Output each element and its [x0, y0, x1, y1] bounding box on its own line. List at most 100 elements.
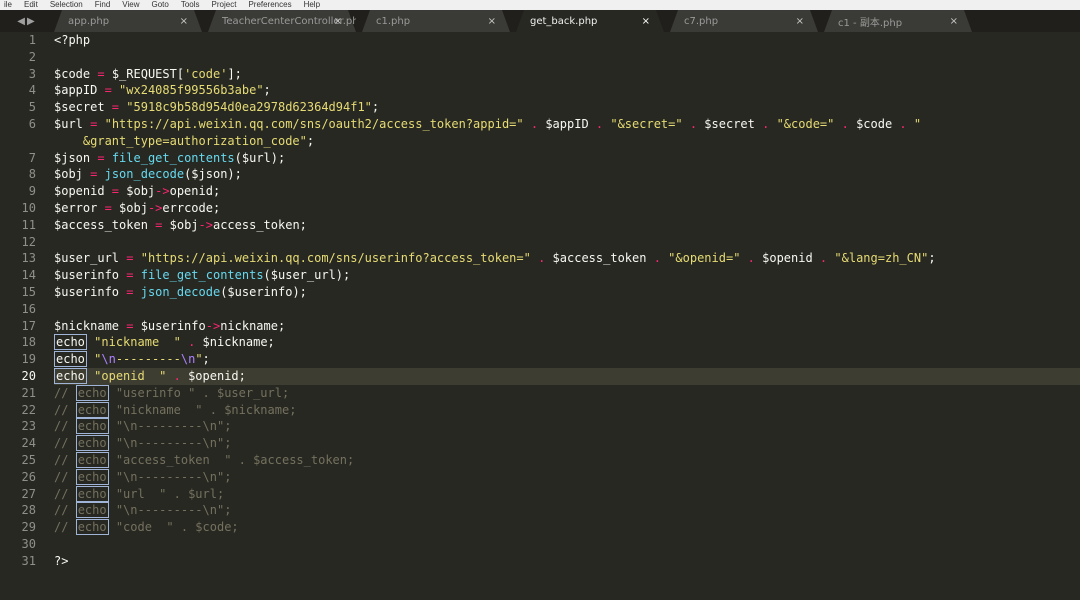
- code-line[interactable]: $url = "https://api.weixin.qq.com/sns/oa…: [54, 116, 1080, 133]
- code-line[interactable]: $user_url = "https://api.weixin.qq.com/s…: [54, 250, 1080, 267]
- menu-item-1[interactable]: Edit: [24, 0, 38, 10]
- code-token: $access_token: [545, 251, 654, 266]
- code-line[interactable]: [54, 301, 1080, 318]
- menu-item-8[interactable]: Preferences: [248, 0, 291, 10]
- close-icon[interactable]: ×: [950, 16, 958, 27]
- code-line[interactable]: // echo "\n---------\n";: [54, 468, 1080, 486]
- code-editor[interactable]: 1 2 3 4 5 6 7 8 9 10 11 12 13 14 15 16 17 18 19 20 21 22 23 24 2…: [0, 32, 1080, 600]
- code-token: $userinfo: [133, 318, 206, 333]
- code-line[interactable]: $userinfo = json_decode($userinfo);: [54, 284, 1080, 301]
- code-token: "&code=": [776, 116, 835, 131]
- code-line[interactable]: // echo "url " . $url;: [54, 485, 1080, 503]
- code-token: ->: [147, 200, 163, 215]
- line-number: 4: [28, 83, 36, 98]
- code-line[interactable]: // echo "\n---------\n";: [54, 418, 1080, 435]
- code-line[interactable]: $error = $obj->errcode;: [54, 200, 1080, 217]
- code-token: "wx24085f99556b3abe": [119, 83, 264, 98]
- tab-3[interactable]: get_back.php ×: [516, 10, 664, 32]
- code-token: =: [104, 83, 112, 98]
- code-line[interactable]: $openid = $obj->openid;: [54, 183, 1080, 200]
- code-token: //: [54, 419, 76, 434]
- menu-item-9[interactable]: Help: [304, 0, 320, 10]
- tab-2[interactable]: c1.php ×: [362, 10, 510, 32]
- code-token: ": [195, 352, 203, 367]
- code-token: //: [54, 503, 76, 518]
- menu-item-5[interactable]: Goto: [152, 0, 169, 10]
- code-line[interactable]: $secret = "5918c9b58d954d0ea2978d62364d9…: [54, 99, 1080, 116]
- code-line[interactable]: // echo "code " . $code;: [54, 519, 1080, 536]
- close-icon[interactable]: ×: [642, 16, 650, 27]
- close-icon[interactable]: ×: [334, 16, 342, 27]
- code-token: $access_token: [54, 217, 156, 232]
- code-token: "nickname " . $nickname;: [108, 402, 297, 417]
- code-line[interactable]: $access_token = $obj->access_token;: [54, 217, 1080, 234]
- code-line[interactable]: $nickname = $userinfo->nickname;: [54, 318, 1080, 335]
- code-token: ($user_url);: [263, 268, 351, 283]
- tab-1[interactable]: TeacherCenterController.php ×: [208, 10, 356, 32]
- code-line[interactable]: <?php: [54, 32, 1080, 49]
- code-token: json_decode: [140, 284, 221, 299]
- code-area[interactable]: <?php $code = $_REQUEST['code']; $appID =…: [54, 32, 1080, 570]
- tab-0[interactable]: app.php ×: [54, 10, 202, 32]
- code-line[interactable]: // echo "\n---------\n";: [54, 435, 1080, 452]
- code-token: $obj: [54, 167, 91, 182]
- line-number: 6: [28, 116, 36, 131]
- code-line[interactable]: [54, 49, 1080, 66]
- code-line[interactable]: [54, 536, 1080, 553]
- tab-4[interactable]: c7.php ×: [670, 10, 818, 32]
- code-line[interactable]: $json = file_get_contents($url);: [54, 150, 1080, 167]
- code-token: ($url);: [234, 150, 286, 165]
- code-line[interactable]: // echo "\n---------\n";: [54, 502, 1080, 519]
- menu-item-2[interactable]: Selection: [50, 0, 83, 10]
- code-line[interactable]: [54, 234, 1080, 251]
- close-icon[interactable]: ×: [488, 16, 496, 27]
- code-token: =: [97, 66, 105, 81]
- code-line[interactable]: // echo "access_token " . $access_token;: [54, 451, 1080, 469]
- line-number: 28: [21, 503, 36, 518]
- menu-item-4[interactable]: View: [122, 0, 139, 10]
- code-token: openid;: [169, 184, 221, 199]
- line-number: 17: [21, 318, 36, 333]
- code-line[interactable]: $obj = json_decode($json);: [54, 166, 1080, 183]
- menu-item-3[interactable]: Find: [95, 0, 111, 10]
- close-icon[interactable]: ×: [796, 16, 804, 27]
- menu-item-6[interactable]: Tools: [181, 0, 200, 10]
- code-token: \n: [180, 352, 196, 367]
- menu-item-7[interactable]: Project: [212, 0, 237, 10]
- code-line[interactable]: // echo "userinfo " . $user_url;: [54, 384, 1080, 402]
- line-number: 13: [21, 251, 36, 266]
- line-number: 15: [21, 284, 36, 299]
- code-token: ?>: [54, 553, 69, 568]
- echo-keyword-match: echo: [75, 468, 109, 485]
- code-line[interactable]: $appID = "wx24085f99556b3abe";: [54, 82, 1080, 99]
- code-token: //: [54, 520, 76, 535]
- code-token: json_decode: [104, 167, 185, 182]
- code-line[interactable]: &grant_type=authorization_code";: [54, 133, 1080, 150]
- close-icon[interactable]: ×: [180, 16, 188, 27]
- line-number: 5: [28, 100, 36, 115]
- code-line[interactable]: echo "nickname " . $nickname;: [54, 334, 1080, 351]
- code-line[interactable]: $code = $_REQUEST['code'];: [54, 66, 1080, 83]
- code-token: 'code': [184, 66, 228, 81]
- code-line[interactable]: echo "openid " . $openid;: [54, 367, 1080, 385]
- code-line[interactable]: ?>: [54, 553, 1080, 570]
- code-token: ->: [155, 184, 170, 199]
- code-line[interactable]: $userinfo = file_get_contents($user_url)…: [54, 267, 1080, 284]
- echo-keyword-match: echo: [75, 485, 109, 502]
- menu-item-0[interactable]: ile: [4, 0, 12, 10]
- code-line[interactable]: echo "\n---------\n";: [54, 351, 1080, 368]
- code-token: $obj: [111, 200, 148, 215]
- line-number: 18: [21, 335, 36, 350]
- code-line[interactable]: // echo "nickname " . $nickname;: [54, 401, 1080, 419]
- line-number: 8: [28, 167, 36, 182]
- line-number: 2: [28, 49, 36, 64]
- tab-5[interactable]: c1 - 副本.php ×: [824, 10, 972, 32]
- tab-nav-arrows[interactable]: ◀▶: [0, 10, 54, 32]
